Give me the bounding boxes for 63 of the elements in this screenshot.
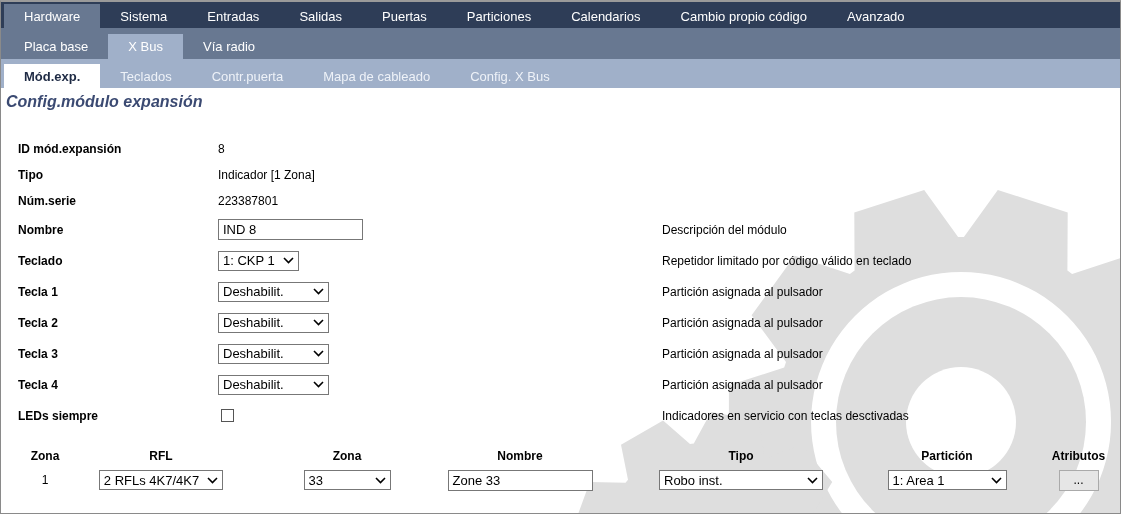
field-value: 8 bbox=[218, 142, 225, 156]
column-header: RFL bbox=[149, 448, 173, 465]
field-label: Tecla 1 bbox=[18, 284, 58, 299]
field-label: Núm.serie bbox=[18, 194, 77, 208]
field-label: Tipo bbox=[18, 168, 44, 182]
chevron-down-icon bbox=[313, 381, 324, 388]
dropdown[interactable]: 33 bbox=[303, 470, 391, 490]
field-label: ID mód.expansión bbox=[18, 142, 122, 156]
field-value: Indicador [1 Zona] bbox=[218, 168, 315, 182]
tab[interactable]: Avanzado bbox=[827, 4, 925, 28]
chevron-down-icon bbox=[990, 476, 1002, 484]
dropdown[interactable]: 2 RFLs 4K7/4K7 bbox=[98, 470, 224, 490]
column-header: Zona bbox=[332, 448, 362, 465]
field-value: 223387801 bbox=[218, 194, 279, 208]
column-header: Atributos bbox=[1050, 448, 1106, 465]
tab[interactable]: Salidas bbox=[279, 4, 362, 28]
column-header: Nombre bbox=[497, 448, 543, 465]
checkbox[interactable] bbox=[221, 409, 234, 422]
column-header: Partición bbox=[921, 448, 973, 465]
tab[interactable]: Puertas bbox=[362, 4, 447, 28]
field-label: Nombre bbox=[18, 222, 64, 237]
tab[interactable]: Particiones bbox=[446, 4, 552, 28]
section-title: Config.módulo expansión bbox=[5, 92, 204, 112]
dropdown[interactable]: 1: Area 1 bbox=[887, 470, 1007, 490]
tab[interactable]: Mód.exp. bbox=[4, 64, 101, 88]
field-label: Tecla 2 bbox=[18, 315, 58, 330]
dropdown[interactable]: Deshabilit. bbox=[218, 343, 329, 364]
tab[interactable]: Calendarios bbox=[551, 4, 661, 28]
column-header: Tipo bbox=[728, 448, 754, 465]
chevron-down-icon bbox=[374, 476, 386, 484]
field-description: Partición asignada al pulsador bbox=[662, 315, 823, 330]
attributes-button[interactable]: ... bbox=[1058, 469, 1099, 491]
tab[interactable]: Sistema bbox=[100, 4, 188, 28]
field-label: LEDs siempre bbox=[18, 408, 99, 423]
dropdown[interactable]: Robo inst. bbox=[659, 470, 823, 490]
chevron-down-icon bbox=[313, 319, 324, 326]
table-cell: 1 bbox=[41, 473, 49, 487]
input-field[interactable]: IND 8 bbox=[218, 219, 363, 240]
dropdown[interactable]: Deshabilit. bbox=[218, 374, 329, 395]
field-label: Tecla 3 bbox=[18, 346, 58, 361]
field-description: Descripción del módulo bbox=[662, 222, 787, 237]
field-description: Partición asignada al pulsador bbox=[662, 377, 823, 392]
tab[interactable]: Cambio propio código bbox=[660, 4, 827, 28]
dropdown[interactable]: 1: CKP 1 bbox=[218, 250, 299, 271]
tab[interactable]: Hardware bbox=[4, 4, 101, 28]
field-description: Indicadores en servicio con teclas desctivadas bbox=[662, 408, 909, 423]
field-label: Teclado bbox=[18, 253, 63, 268]
field-description: Repetidor limitado por código válido en teclado bbox=[662, 253, 912, 268]
chevron-down-icon bbox=[282, 257, 294, 264]
field-description: Partición asignada al pulsador bbox=[662, 346, 823, 361]
tab[interactable]: Placa base bbox=[4, 34, 109, 59]
input-field[interactable]: Zone 33 bbox=[447, 469, 593, 491]
tab[interactable]: Entradas bbox=[187, 4, 280, 28]
dropdown[interactable]: Deshabilit. bbox=[218, 281, 329, 302]
field-label: Tecla 4 bbox=[18, 377, 58, 392]
chevron-down-icon bbox=[313, 350, 324, 357]
field-description: Partición asignada al pulsador bbox=[662, 284, 823, 299]
chevron-down-icon bbox=[313, 288, 324, 295]
chevron-down-icon bbox=[207, 476, 219, 484]
tab[interactable]: Vía radio bbox=[183, 34, 276, 59]
chevron-down-icon bbox=[807, 476, 818, 484]
column-header: Zona bbox=[30, 448, 60, 465]
dropdown[interactable]: Deshabilit. bbox=[218, 312, 329, 333]
